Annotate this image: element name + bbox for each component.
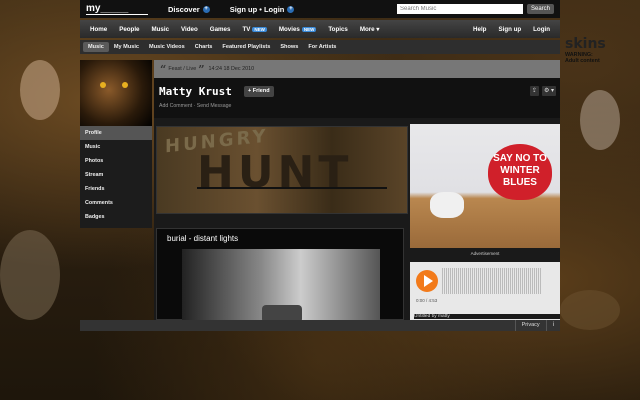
waveform[interactable] <box>442 268 542 294</box>
video-screen[interactable] <box>182 249 380 323</box>
status-time: 14:24 18 Dec 2010 <box>208 66 255 72</box>
profile-actions[interactable]: Add Comment · Send Message <box>159 103 231 109</box>
site-logo[interactable]: my_____ <box>86 3 148 15</box>
open-quote-icon: “ <box>160 62 167 76</box>
background-decor <box>580 90 620 150</box>
gear-icon[interactable]: ⚙ ▾ <box>541 86 556 96</box>
music-subnav: Music My Music Music Videos Charts Featu… <box>80 40 560 54</box>
avatar-eye <box>100 82 106 88</box>
ad-line3: BLUES <box>503 177 537 188</box>
nav-games[interactable]: Games <box>204 24 237 35</box>
signup-login-label: Sign up • Login <box>229 4 285 14</box>
profile-main: “ Feast / Live ” 14:24 18 Dec 2010 Matty… <box>154 60 560 323</box>
nav-login[interactable]: Login <box>527 24 556 35</box>
top-bar: my_____ Discover + Sign up • Login + Searc… <box>80 0 560 18</box>
skins-warning2: Adult content <box>565 58 600 64</box>
profile-sidebar: Profile Music Photos Stream Friends Comm… <box>80 60 152 228</box>
discover-menu[interactable]: Discover + <box>168 5 210 14</box>
nav-tv[interactable]: TV NEW <box>236 24 272 35</box>
header-icon-buttons: ⇪ ⚙ ▾ <box>529 86 556 96</box>
nav-more[interactable]: More ▾ <box>354 24 386 35</box>
status-bar: “ Feast / Live ” 14:24 18 Dec 2010 <box>154 60 560 78</box>
add-friend-button[interactable]: + Friend <box>244 86 274 97</box>
search-button[interactable]: Search <box>526 4 554 14</box>
ad-line2: WINTER <box>500 165 540 176</box>
play-icon[interactable] <box>416 270 438 292</box>
nav-people[interactable]: People <box>113 24 145 35</box>
nav-music[interactable]: Music <box>146 24 176 35</box>
search-box: Search <box>396 4 554 14</box>
heart-graphic: SAY NO TO WINTER BLUES <box>488 144 552 200</box>
plus-icon: + <box>287 5 295 13</box>
subnav-charts[interactable]: Charts <box>190 42 218 52</box>
profile-banner: HUNGRY HUNT <box>156 126 408 214</box>
subnav-shows[interactable]: Shows <box>275 42 303 52</box>
subnav-music-videos[interactable]: Music Videos <box>144 42 190 52</box>
audio-time: 0:00 / 4:53 <box>416 298 438 303</box>
banner-line <box>197 187 387 189</box>
advertisement[interactable]: SAY NO TO WINTER BLUES <box>410 124 560 248</box>
friend-button-label: Friend <box>252 88 270 94</box>
info-icon[interactable]: i <box>545 320 560 331</box>
subnav-for-artists[interactable]: For Artists <box>303 42 341 52</box>
banner-word-hunt: HUNT <box>197 147 353 198</box>
sidebar-item-friends[interactable]: Friends <box>80 182 152 196</box>
background-decor <box>20 60 60 120</box>
plus-icon: + <box>202 5 210 13</box>
avatar[interactable] <box>80 60 152 126</box>
audio-player: 0:00 / 4:53 Untitled by matty <box>410 262 560 320</box>
ad-label: Advertisement <box>470 251 500 256</box>
privacy-link[interactable]: Privacy <box>514 320 546 331</box>
sidebar-item-stream[interactable]: Stream <box>80 168 152 182</box>
new-badge: NEW <box>301 26 317 32</box>
subnav-featured-playlists[interactable]: Featured Playlists <box>217 42 275 52</box>
sidebar-item-profile[interactable]: Profile <box>80 126 152 140</box>
video-player: burial - distant lights <box>156 228 404 323</box>
search-input[interactable] <box>396 4 523 14</box>
nav-home[interactable]: Home <box>84 24 113 35</box>
sidebar-item-photos[interactable]: Photos <box>80 154 152 168</box>
close-quote-icon: ” <box>198 62 205 76</box>
audio-caption: Untitled by matty <box>414 314 560 319</box>
nav-video[interactable]: Video <box>175 24 204 35</box>
profile-header: Matty Krust + Friend Add Comment · Send … <box>154 78 560 118</box>
main-nav: Home People Music Video Games TV NEW Movi… <box>80 20 560 38</box>
sidebar-item-comments[interactable]: Comments <box>80 196 152 210</box>
nav-help[interactable]: Help <box>467 24 492 35</box>
profile-name: Matty Krust <box>159 85 232 98</box>
nav-topics[interactable]: Topics <box>322 24 353 35</box>
sidebar-item-music[interactable]: Music <box>80 140 152 154</box>
subnav-my-music[interactable]: My Music <box>109 42 144 52</box>
background-decor <box>0 230 60 320</box>
skins-ad[interactable]: skins WARNING: Adult content <box>565 36 635 80</box>
nav-tv-label: TV <box>242 25 251 33</box>
nav-right: Help Sign up Login <box>467 24 556 35</box>
status-text: Feast / Live <box>168 66 197 72</box>
signup-login-menu[interactable]: Sign up • Login + <box>230 5 295 14</box>
ad-line1: SAY NO TO <box>493 153 547 164</box>
nav-movies-label: Movies <box>278 25 300 33</box>
share-icon[interactable]: ⇪ <box>529 86 539 96</box>
subnav-music[interactable]: Music <box>83 42 109 52</box>
discover-label: Discover <box>168 4 200 14</box>
avatar-eye <box>122 82 128 88</box>
polar-bear-image <box>430 192 464 218</box>
background-decor <box>560 290 620 330</box>
new-badge: NEW <box>252 26 267 32</box>
nav-signup[interactable]: Sign up <box>492 24 527 35</box>
footer-bar: Privacy i <box>80 320 560 331</box>
nav-movies[interactable]: Movies NEW <box>273 24 322 35</box>
sidebar-item-badges[interactable]: Badges <box>80 210 152 224</box>
video-title: burial - distant lights <box>167 234 239 243</box>
skins-brand: skins <box>565 36 606 52</box>
